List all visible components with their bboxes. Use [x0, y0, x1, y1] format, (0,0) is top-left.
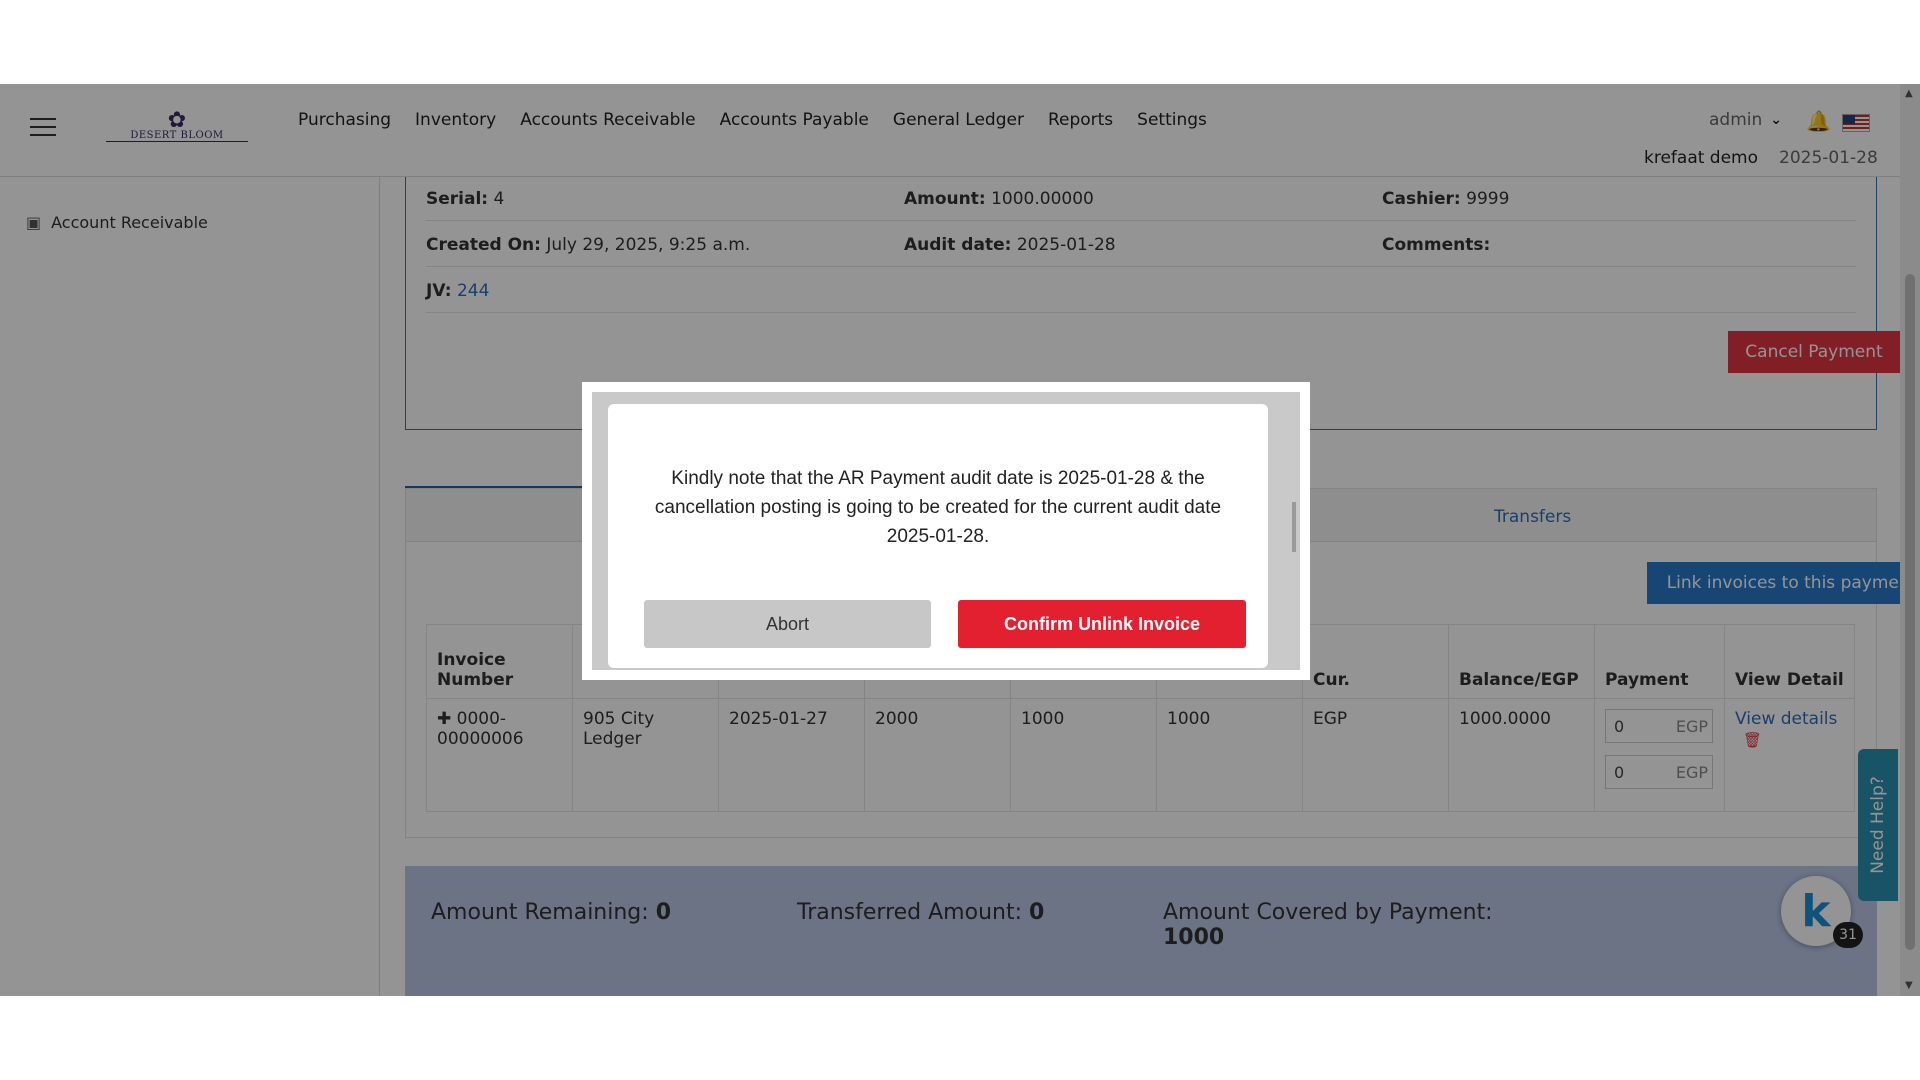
app-window: ✿ DESERT BLOOM Purchasing Inventory Acco… — [0, 84, 1920, 996]
abort-button[interactable]: Abort — [644, 600, 931, 648]
confirm-dialog: Kindly note that the AR Payment audit da… — [582, 382, 1310, 680]
dialog-scrollbar[interactable] — [1292, 502, 1296, 552]
dialog-card: Kindly note that the AR Payment audit da… — [608, 404, 1268, 668]
dialog-message: Kindly note that the AR Payment audit da… — [654, 468, 1222, 547]
confirm-unlink-invoice-button[interactable]: Confirm Unlink Invoice — [958, 600, 1246, 648]
